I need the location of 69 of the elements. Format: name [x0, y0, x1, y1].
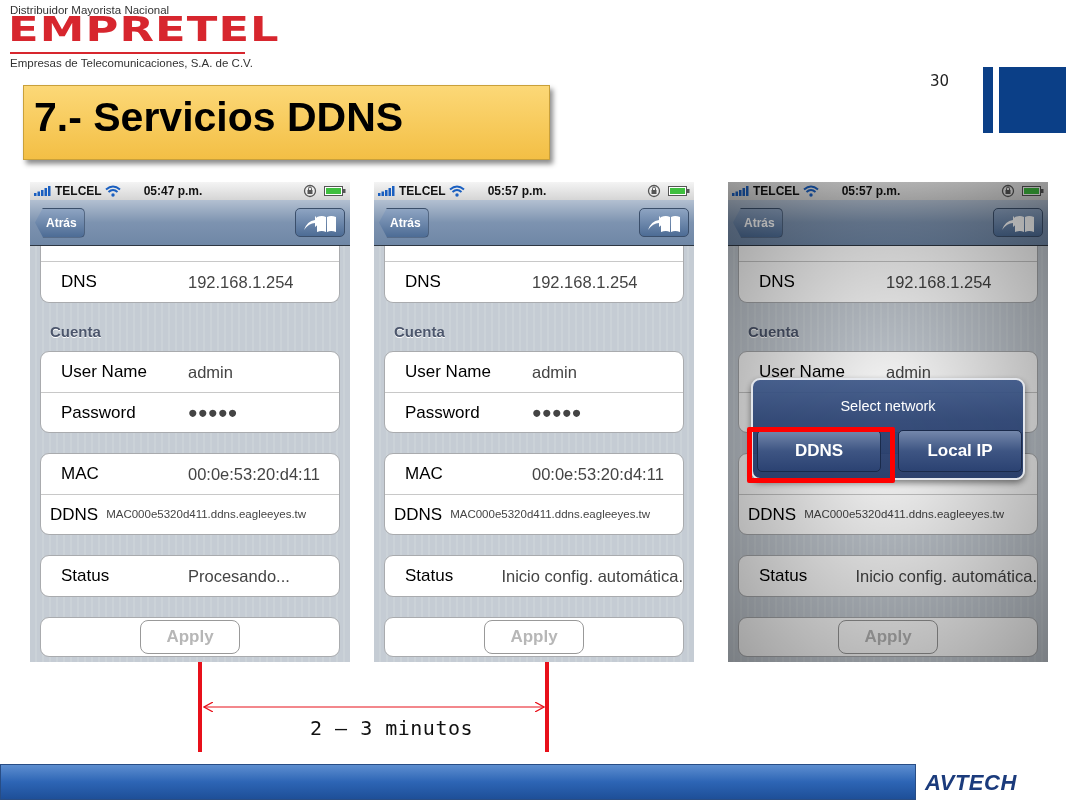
battery-icon: [1022, 186, 1044, 196]
wifi-icon: [104, 185, 121, 197]
row-label: Status: [759, 565, 809, 588]
battery-icon: [324, 186, 346, 196]
signal-icon: [34, 186, 52, 196]
row-value: Inicio config. automática.: [855, 565, 1037, 587]
duration-label: 2 – 3 minutos: [310, 715, 474, 742]
row-label: Password: [405, 401, 481, 424]
row-value: admin: [188, 361, 233, 383]
row-label: Status: [405, 565, 455, 588]
row-label: MAC: [61, 463, 100, 486]
alert-title: Select network: [839, 397, 937, 416]
row-label: User Name: [759, 361, 846, 384]
carrier-name: TELCEL: [399, 183, 446, 200]
bookmark-button[interactable]: [639, 208, 689, 237]
back-button[interactable]: Atrás: [35, 207, 85, 238]
company-name: Empresas de Telecomunicaciones, S.A. de C.V.: [10, 56, 253, 71]
row-label: User Name: [405, 361, 492, 384]
page-number: 30: [930, 71, 950, 92]
lock-icon: [303, 184, 317, 198]
row-label: MAC: [405, 463, 444, 486]
row-value: 192.168.1.254: [188, 271, 294, 293]
status-time: 05:57 p.m.: [487, 183, 547, 200]
row-value: ●●●●●: [532, 402, 582, 424]
row-value: 192.168.1.254: [532, 271, 638, 293]
section-header: Cuenta: [748, 323, 800, 341]
carrier-name: TELCEL: [55, 183, 102, 200]
bookmark-button[interactable]: [295, 208, 345, 237]
row-value: admin: [886, 361, 931, 383]
row-label: DNS: [61, 271, 98, 294]
row-label: Password: [61, 401, 137, 424]
row-value: 00:0e:53:20:d4:11: [532, 463, 664, 485]
alert-button[interactable]: Local IP: [898, 430, 1022, 472]
lock-icon: [1001, 184, 1015, 198]
row-label: Status: [61, 565, 111, 588]
section-header: Cuenta: [50, 323, 102, 341]
row-value: ●●●●●: [188, 402, 238, 424]
signal-icon: [378, 186, 396, 196]
row-value: MAC000e5320d411.ddns.eagleeyes.tw: [106, 506, 307, 522]
footer-logo: AVTECH: [925, 769, 1017, 797]
row-value: MAC000e5320d411.ddns.eagleeyes.tw: [450, 506, 651, 522]
row-value: admin: [532, 361, 577, 383]
row-label: DNS: [759, 271, 796, 294]
row-label: DDNS: [50, 503, 99, 526]
section-header: Cuenta: [394, 323, 446, 341]
accent-bar: [983, 67, 993, 133]
row-value: Procesando...: [188, 565, 290, 587]
accent-block: [999, 67, 1066, 133]
row-value: MAC000e5320d411.ddns.eagleeyes.tw: [804, 506, 1005, 522]
carrier-name: TELCEL: [753, 183, 800, 200]
lock-icon: [647, 184, 661, 198]
row-value: 192.168.1.254: [886, 271, 992, 293]
slide-title: 7.- Servicios DDNS: [23, 85, 550, 160]
back-button[interactable]: Atrás: [733, 207, 783, 238]
back-button[interactable]: Atrás: [379, 207, 429, 238]
row-label: User Name: [61, 361, 148, 384]
status-time: 05:57 p.m.: [841, 183, 901, 200]
row-label: DDNS: [748, 503, 797, 526]
wifi-icon: [448, 185, 465, 197]
wifi-icon: [802, 185, 819, 197]
row-label: DNS: [405, 271, 442, 294]
row-label: DDNS: [394, 503, 443, 526]
bookmark-button[interactable]: [993, 208, 1043, 237]
row-value: Inicio config. automática.: [501, 565, 683, 587]
battery-icon: [668, 186, 690, 196]
status-time: 05:47 p.m.: [143, 183, 203, 200]
alert-button[interactable]: DDNS: [757, 430, 881, 472]
signal-icon: [732, 186, 750, 196]
row-value: 00:0e:53:20:d4:11: [188, 463, 320, 485]
